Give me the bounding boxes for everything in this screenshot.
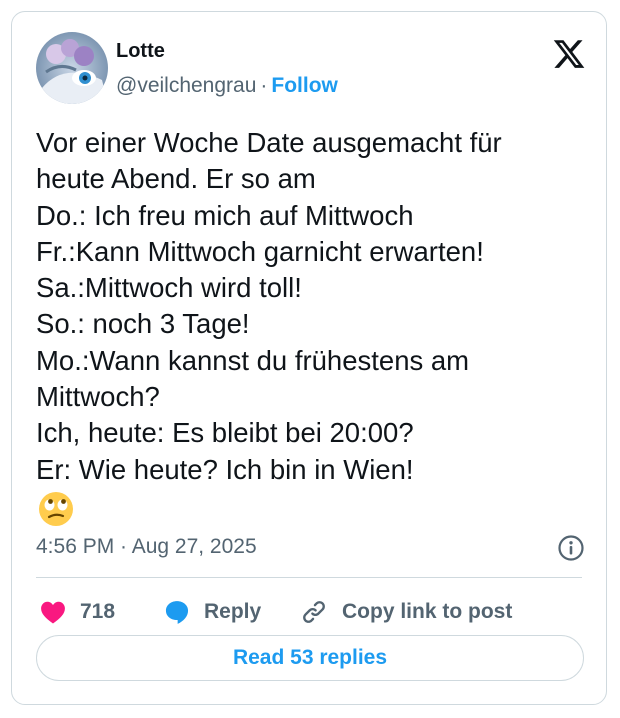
info-icon[interactable] (556, 533, 586, 563)
post-text: Vor einer Woche Date ausgemacht für heut… (36, 125, 586, 488)
read-replies-button[interactable]: Read 53 replies (36, 635, 584, 681)
reply-label: Reply (204, 600, 262, 623)
author-handle[interactable]: @veilchengrau (116, 74, 256, 97)
speech-bubble-icon (165, 601, 189, 624)
post-text-line: Er: Wie heute? Ich bin in Wien! (36, 453, 414, 485)
author-handle-line: @veilchengrau · Follow (116, 74, 338, 98)
post-text-line: Mo.:Wann kannst du frühestens am (36, 344, 470, 376)
like-button[interactable]: 718 (40, 590, 115, 634)
post-text-line: heute Abend. Er so am (36, 163, 316, 195)
author-name[interactable]: Lotte (116, 40, 165, 63)
reply-button[interactable]: Reply (164, 590, 261, 634)
divider (36, 577, 582, 578)
post-meta: 4:56 PM · Aug 27, 2025 (36, 529, 586, 563)
x-logo-icon[interactable] (552, 37, 586, 71)
avatar[interactable] (36, 32, 108, 104)
action-bar: 718 Reply Copy link to post (36, 590, 586, 634)
post-text-line: Sa.:Mittwoch wird toll! (36, 272, 302, 304)
post-header: Lotte @veilchengrau · Follow (36, 32, 586, 104)
post-text-line: Do.: Ich freu mich auf Mittwoch (36, 199, 414, 231)
separator-dot: · (260, 74, 268, 97)
post-card: Lotte @veilchengrau · Follow Vor einer Woc… (11, 11, 607, 705)
link-icon (303, 601, 325, 623)
post-text-line: Vor einer Woche Date ausgemacht für (36, 127, 502, 158)
like-count: 718 (80, 600, 116, 623)
post-text-line: Ich, heute: Es bleibt bei 20:00? (36, 417, 414, 449)
copy-link-label: Copy link to post (342, 600, 513, 623)
heart-icon (41, 601, 65, 624)
post-text-line: So.: noch 3 Tage! (36, 308, 250, 340)
post-timestamp[interactable]: 4:56 PM · Aug 27, 2025 (36, 535, 257, 559)
copy-link-button[interactable]: Copy link to post (300, 590, 512, 634)
eye-roll-emoji-icon (38, 491, 74, 527)
post-text-line: Mittwoch? (36, 381, 160, 413)
follow-button[interactable]: Follow (271, 74, 338, 97)
post-text-line: Fr.:Kann Mittwoch garnicht erwarten! (36, 235, 484, 267)
